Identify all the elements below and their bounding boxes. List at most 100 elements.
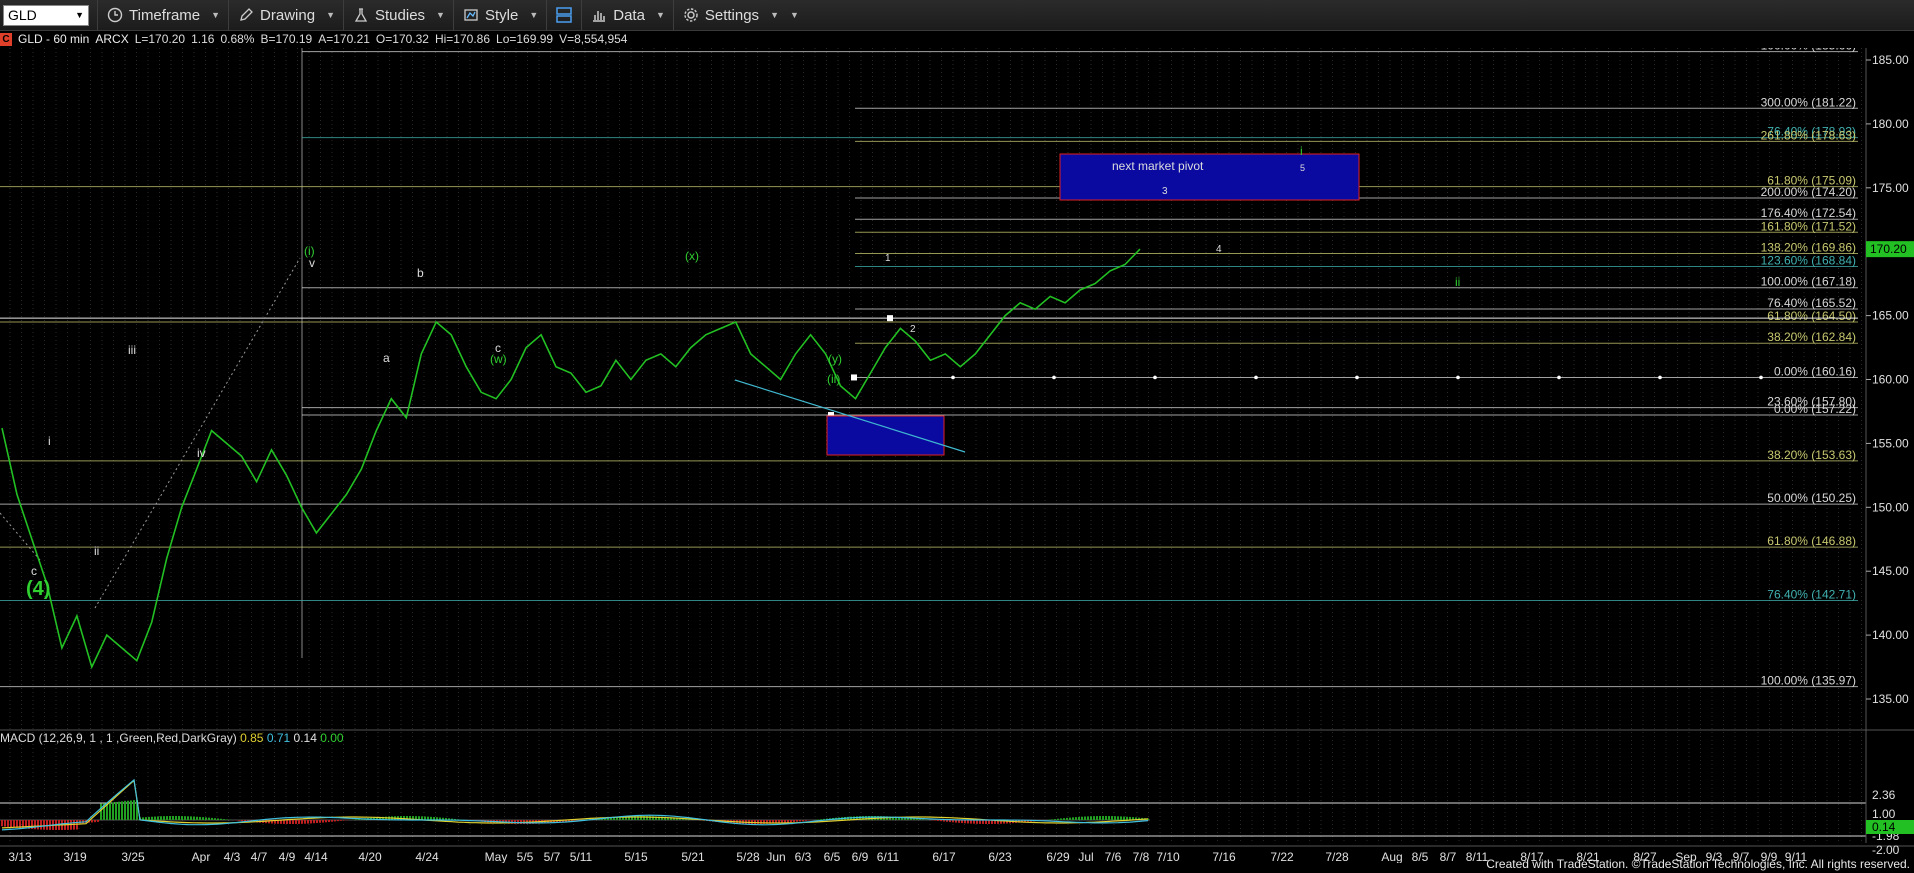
- fib-levels: 100.00% (185.66) 300.00% (181.22) 76.40% (…: [0, 48, 1858, 688]
- price-tick-label: 160.00: [1872, 373, 1909, 387]
- date-tick-label: 5/21: [681, 850, 705, 863]
- macd-name: MACD (12,26,9, 1 , 1 ,Green,Red,DarkGray…: [0, 731, 237, 745]
- date-tick-label: 6/5: [824, 850, 841, 863]
- fib-dot: [951, 375, 955, 380]
- date-tick-label: 8/7: [1440, 850, 1457, 863]
- date-tick-label: 5/7: [544, 850, 561, 863]
- price-tick-label: 180.00: [1872, 117, 1909, 131]
- wave-label: 4: [1216, 244, 1222, 255]
- layout-button[interactable]: [546, 0, 581, 30]
- studies-label: Studies: [375, 6, 426, 24]
- low-price: Lo=169.99: [496, 32, 554, 46]
- macd-panel: 2.361.00-1.46-1.98-2.000.14: [0, 729, 1914, 857]
- date-tick-label: 6/23: [988, 850, 1012, 863]
- fib-dot: [1658, 375, 1662, 380]
- price-line: [1, 248, 1141, 670]
- price-axis[interactable]: 135.00 140.00 145.00 150.00 155.00 160.00 165.…: [1865, 48, 1914, 843]
- chevron-down-icon: ▼: [770, 10, 779, 20]
- wave-label: i: [48, 434, 51, 448]
- wave-label: (y): [828, 352, 842, 366]
- fib-label: 61.80% (164.50): [1767, 309, 1856, 323]
- date-tick-label: 7/16: [1212, 850, 1236, 863]
- fib-label: 100.00% (167.18): [1761, 275, 1856, 289]
- fib-dot: [1153, 375, 1157, 380]
- fib-label: 61.80% (146.88): [1767, 534, 1856, 548]
- macd-signal: 0.71: [266, 731, 291, 745]
- date-tick-label: 3/13: [8, 850, 32, 863]
- drawing-button[interactable]: Drawing ▼: [228, 0, 343, 30]
- fib-label: 0.00% (160.16): [1774, 364, 1856, 378]
- date-tick-label: 6/9: [852, 850, 869, 863]
- fib-dot: [1052, 375, 1056, 380]
- wave-label: 2: [910, 324, 916, 335]
- flask-icon: [352, 6, 370, 24]
- date-tick-label: 4/14: [304, 850, 328, 863]
- last-price-label: 170.20: [1870, 242, 1907, 256]
- chevron-down-icon: ▼: [529, 10, 539, 20]
- trend-line-dotted-2: [0, 512, 41, 561]
- symbol-input[interactable]: GLD ▼: [3, 4, 89, 26]
- layout-icon: [555, 6, 573, 24]
- bid-price: B=170.19: [260, 32, 313, 46]
- wave-label: 3: [1162, 186, 1168, 197]
- wave-label: i: [1300, 144, 1303, 158]
- wave-label: (x): [685, 249, 699, 263]
- settings-button[interactable]: Settings ▼ ▼: [672, 0, 807, 30]
- fib-label: 161.80% (171.52): [1761, 219, 1856, 233]
- date-tick-label: Jun: [766, 850, 785, 863]
- fib-dot: [1759, 375, 1763, 380]
- ask-price: A=170.21: [318, 32, 370, 46]
- macd-diff: 0.14: [293, 731, 317, 745]
- wave-label: ii: [1455, 275, 1460, 289]
- fib-label: 200.00% (174.20): [1761, 185, 1856, 199]
- date-tick-label: 7/6: [1105, 850, 1122, 863]
- macd-zero: 0.00: [320, 731, 344, 745]
- date-tick-label: Aug: [1381, 850, 1402, 863]
- fib-label: 100.00% (135.97): [1761, 674, 1856, 688]
- date-tick-label: 5/15: [624, 850, 648, 863]
- chevron-down-icon: ▼: [436, 10, 445, 20]
- fib-label: 38.20% (153.63): [1767, 448, 1856, 462]
- wave-label: (4): [26, 578, 50, 600]
- macd-tick-label: -2.00: [1872, 843, 1900, 857]
- price-tick-label: 155.00: [1872, 436, 1909, 450]
- fib-dot: [1254, 375, 1258, 380]
- fib-label: 138.20% (169.86): [1761, 240, 1856, 254]
- style-button[interactable]: Style ▼: [452, 0, 546, 30]
- fib-dot: [1456, 375, 1460, 380]
- chevron-down-icon[interactable]: ▼: [75, 10, 84, 20]
- wave-label: (ii): [827, 372, 840, 386]
- fib-label: 0.00% (157.22): [1774, 402, 1856, 416]
- last-price: L=170.20: [134, 32, 186, 46]
- macd-tick-label: 2.36: [1872, 788, 1896, 802]
- date-tick-label: 6/3: [795, 850, 812, 863]
- chevron-down-icon: ▼: [211, 10, 221, 20]
- symbol-value: GLD: [8, 7, 37, 23]
- fib-label: 261.80% (178.63): [1761, 128, 1856, 142]
- fib-dot: [1557, 375, 1561, 380]
- macd-study-label[interactable]: MACD (12,26,9, 1 , 1 ,Green,Red,DarkGray…: [0, 731, 344, 745]
- date-tick-label: Apr: [192, 850, 211, 863]
- exchange: ARCX: [95, 32, 129, 46]
- price-tick-label: 145.00: [1872, 564, 1909, 578]
- date-tick-label: 4/24: [415, 850, 439, 863]
- date-tick-label: 4/9: [279, 850, 296, 863]
- date-tick-label: 5/5: [517, 850, 534, 863]
- date-tick-label: 5/11: [570, 850, 593, 863]
- fib-label: 50.00% (150.25): [1767, 491, 1856, 505]
- studies-button[interactable]: Studies ▼: [343, 0, 453, 30]
- timeframe-label: Timeframe: [129, 6, 201, 24]
- date-tick-label: 4/3: [224, 850, 241, 863]
- data-button[interactable]: Data ▼: [581, 0, 673, 30]
- high-price: Hi=170.86: [434, 32, 491, 46]
- chart-boxes: next market pivot: [0, 153, 1360, 609]
- more-icon[interactable]: ▼: [790, 10, 799, 20]
- price-series: [1, 248, 1141, 670]
- pivot-marker: [887, 315, 893, 322]
- fib-label: 176.40% (172.54): [1761, 206, 1856, 220]
- date-tick-label: 3/25: [121, 850, 145, 863]
- pivot-label: next market pivot: [1112, 159, 1204, 173]
- price-tick-label: 150.00: [1872, 500, 1909, 514]
- fib-label: 123.60% (168.84): [1761, 254, 1856, 268]
- timeframe-button[interactable]: Timeframe ▼: [97, 0, 228, 30]
